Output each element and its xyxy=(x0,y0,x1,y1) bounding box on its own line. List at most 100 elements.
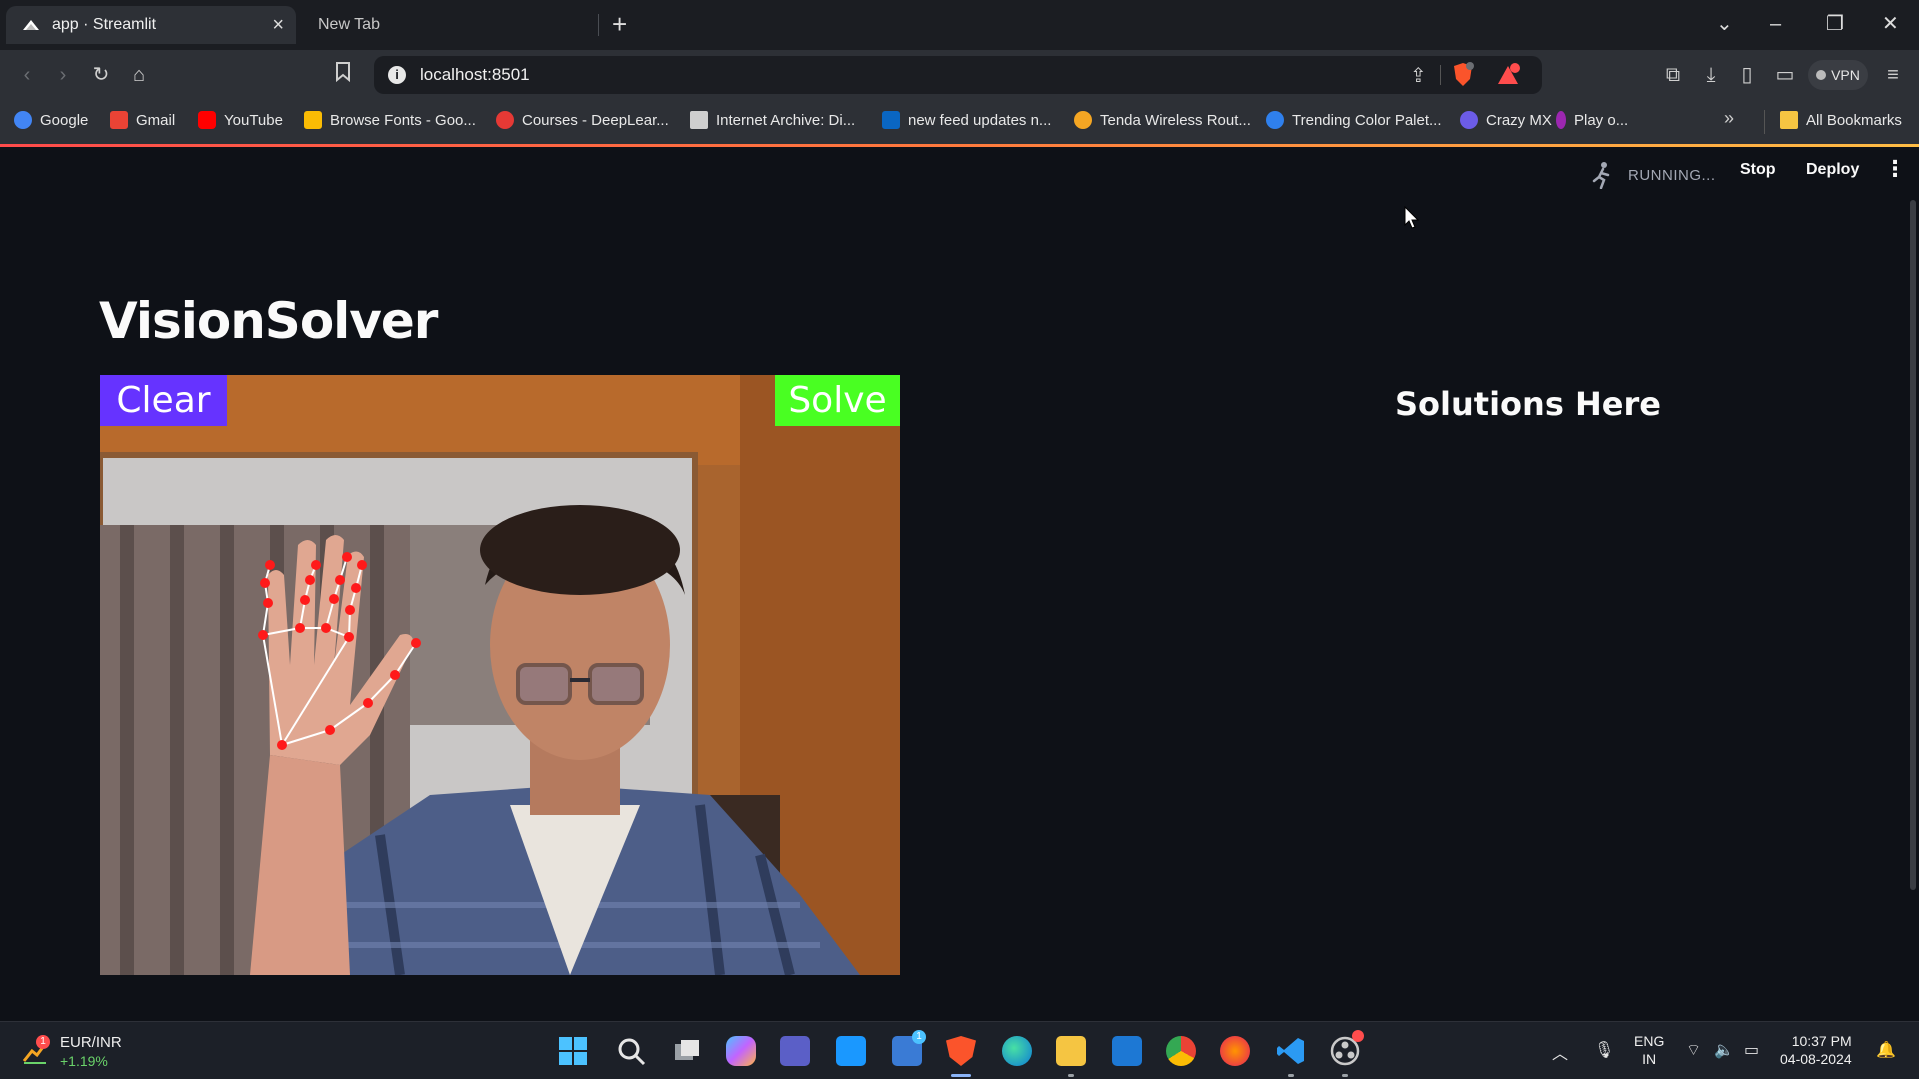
back-icon[interactable]: ‹ xyxy=(14,62,40,88)
vpn-button[interactable]: VPN xyxy=(1808,60,1868,90)
bookmark-youtube[interactable]: YouTube xyxy=(198,111,283,129)
bookmark-crazymx[interactable]: Crazy MX xyxy=(1460,111,1552,129)
solutions-heading: Solutions Here xyxy=(1395,385,1661,423)
firefox-icon[interactable] xyxy=(1220,1036,1250,1066)
show-hidden-icons-chevron-icon[interactable]: ︿ xyxy=(1552,1040,1568,1064)
play-icon xyxy=(1556,111,1566,129)
all-bookmarks-button[interactable]: All Bookmarks xyxy=(1780,111,1902,129)
streamlit-header: RUNNING... Stop Deploy ⋮ xyxy=(0,147,1919,199)
browser-toolbar: ‹ › ↻ ⌂ i localhost:8501 ⇪ ⧉ ⤓ ▯ ▭ VPN ≡ xyxy=(0,50,1919,100)
vpn-label: VPN xyxy=(1831,67,1860,83)
mail-icon[interactable] xyxy=(1112,1036,1142,1066)
solve-button[interactable]: Solve xyxy=(775,375,900,426)
browser-tab-strip: app · Streamlit × New Tab + ⌄ – ❐ ✕ xyxy=(0,0,1919,50)
bookmark-page-icon[interactable] xyxy=(330,62,356,88)
prime-video-icon[interactable] xyxy=(836,1036,866,1066)
deploy-button[interactable]: Deploy xyxy=(1806,161,1859,179)
teams-icon[interactable] xyxy=(780,1036,810,1066)
linkedin-icon xyxy=(882,111,900,129)
extensions-icon[interactable]: ⧉ xyxy=(1660,62,1686,88)
home-icon[interactable]: ⌂ xyxy=(126,62,152,88)
bookmark-internet-archive[interactable]: Internet Archive: Di... xyxy=(690,111,855,129)
microphone-icon[interactable]: 🎙 xyxy=(1594,1040,1614,1060)
bookmark-gmail[interactable]: Gmail xyxy=(110,111,175,129)
vpn-status-icon xyxy=(1816,70,1827,80)
new-tab-icon[interactable]: + xyxy=(612,9,627,39)
running-label: RUNNING... xyxy=(1628,166,1716,184)
wallet-icon[interactable]: ▭ xyxy=(1772,62,1798,88)
share-icon[interactable]: ⇪ xyxy=(1410,63,1427,88)
store-icon[interactable]: 1 xyxy=(892,1030,926,1066)
address-bar[interactable]: i localhost:8501 ⇪ xyxy=(374,56,1542,94)
deeplearning-icon xyxy=(496,111,514,129)
hand-bone-line xyxy=(281,636,350,746)
url-separator xyxy=(1440,65,1441,85)
volume-icon[interactable]: 🔈 xyxy=(1714,1040,1734,1060)
reload-icon[interactable]: ↻ xyxy=(88,62,114,88)
menu-icon[interactable]: ≡ xyxy=(1880,62,1906,88)
system-clock[interactable]: 10:37 PM 04-08-2024 xyxy=(1780,1032,1852,1068)
tab-title: app · Streamlit xyxy=(52,16,157,33)
bookmark-google-fonts[interactable]: Browse Fonts - Goo... xyxy=(304,111,476,129)
wifi-icon[interactable]: ⌔ xyxy=(1686,1040,1701,1060)
explorer-open-indicator xyxy=(1068,1074,1074,1077)
brave-icon[interactable] xyxy=(946,1036,976,1066)
bookmark-coolors[interactable]: Trending Color Palet... xyxy=(1266,111,1442,129)
sidebar-icon[interactable]: ▯ xyxy=(1734,62,1760,88)
hand-landmark-point xyxy=(311,560,321,570)
store-badge: 1 xyxy=(912,1030,926,1044)
archive-icon xyxy=(690,111,708,129)
hand-landmark-point xyxy=(345,605,355,615)
bookmark-linkedin[interactable]: new feed updates n... xyxy=(882,111,1051,129)
minimize-icon[interactable]: – xyxy=(1770,10,1781,38)
forward-icon[interactable]: › xyxy=(50,62,76,88)
restore-icon[interactable]: ❐ xyxy=(1826,10,1844,38)
hand-landmark-point xyxy=(335,575,345,585)
close-tab-icon[interactable]: × xyxy=(272,15,284,35)
language-indicator[interactable]: ENG IN xyxy=(1634,1032,1664,1068)
windows-start-icon[interactable] xyxy=(558,1036,588,1066)
task-view-icon[interactable] xyxy=(672,1036,702,1066)
hand-landmark-overlay xyxy=(258,552,421,750)
search-icon[interactable] xyxy=(616,1036,646,1066)
hand-landmark-point xyxy=(265,560,275,570)
hand-landmark-point xyxy=(390,670,400,680)
gmail-icon xyxy=(110,111,128,129)
tab-new-tab[interactable]: New Tab xyxy=(300,6,600,44)
tab-app-streamlit[interactable]: app · Streamlit × xyxy=(6,6,296,44)
bookmark-play[interactable]: Play o... xyxy=(1556,111,1628,129)
hand-bone-line xyxy=(394,642,417,676)
youtube-icon xyxy=(198,111,216,129)
brave-rewards-icon[interactable] xyxy=(1496,62,1522,88)
downloads-icon[interactable]: ⤓ xyxy=(1698,62,1724,88)
more-bookmarks-icon[interactable]: » xyxy=(1724,108,1734,129)
chrome-icon[interactable] xyxy=(1166,1036,1196,1066)
google-icon xyxy=(14,111,32,129)
clear-button[interactable]: Clear xyxy=(100,375,227,426)
ticker-change: +1.19% xyxy=(60,1053,108,1069)
edge-icon[interactable] xyxy=(1002,1036,1032,1066)
main-menu-icon[interactable]: ⋮ xyxy=(1884,158,1906,180)
mouse-cursor-icon xyxy=(1404,205,1420,230)
site-info-icon[interactable]: i xyxy=(388,66,406,84)
bookmark-deeplearning[interactable]: Courses - DeepLear... xyxy=(496,111,669,129)
bookmark-tenda[interactable]: Tenda Wireless Rout... xyxy=(1074,111,1251,129)
battery-icon[interactable]: ▭ xyxy=(1744,1040,1759,1060)
close-window-icon[interactable]: ✕ xyxy=(1882,10,1899,38)
tab-search-chevron-icon[interactable]: ⌄ xyxy=(1716,10,1733,38)
notification-bell-icon[interactable]: 🔔 xyxy=(1876,1040,1896,1060)
vscode-icon[interactable] xyxy=(1276,1036,1306,1066)
page-scrollbar[interactable] xyxy=(1910,200,1916,890)
obs-icon[interactable] xyxy=(1330,1030,1364,1066)
url-text[interactable]: localhost:8501 xyxy=(420,65,530,85)
hand-landmark-point xyxy=(329,594,339,604)
hand-landmark-point xyxy=(277,740,287,750)
brave-shield-icon[interactable] xyxy=(1452,62,1474,88)
stop-button[interactable]: Stop xyxy=(1740,161,1776,179)
copilot-icon[interactable] xyxy=(726,1036,756,1066)
file-explorer-icon[interactable] xyxy=(1056,1036,1086,1066)
hand-landmark-point xyxy=(325,725,335,735)
streamlit-favicon-icon xyxy=(22,18,40,32)
bookmark-google[interactable]: Google xyxy=(14,111,88,129)
market-ticker-widget[interactable]: 1 EUR/INR +1.19% xyxy=(22,1034,122,1070)
